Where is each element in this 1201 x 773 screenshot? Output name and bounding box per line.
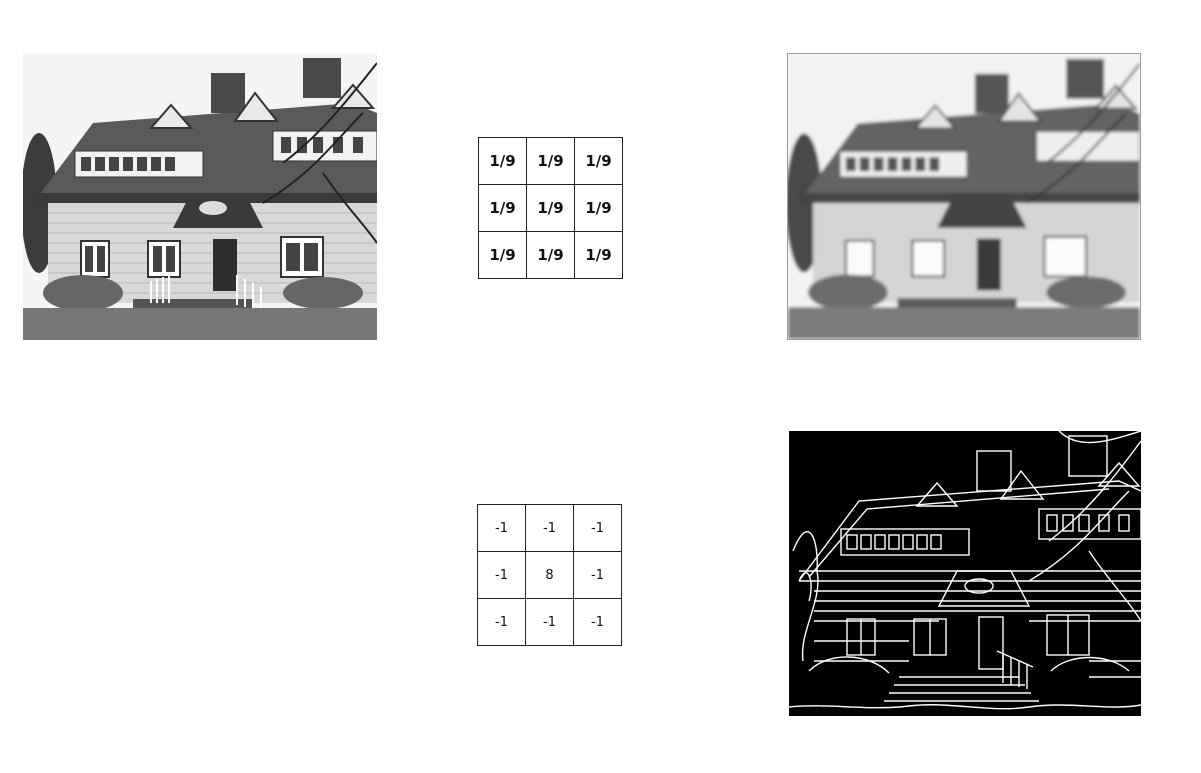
averaging-kernel-grid: 1/9 1/9 1/9 1/9 1/9 1/9 1/9 1/9 1/9 (478, 137, 623, 279)
blurred-image (787, 53, 1141, 340)
kernel-cell: 1/9 (526, 137, 575, 185)
kernel-cell: -1 (525, 504, 574, 552)
kernel-cell: -1 (573, 504, 622, 552)
kernel-cell: -1 (477, 551, 526, 599)
kernel-row: 1/9 1/9 1/9 (478, 184, 623, 232)
kernel-row: -1 -1 -1 (477, 598, 622, 646)
kernel-cell: 1/9 (478, 137, 527, 185)
kernel-cell: -1 (525, 598, 574, 646)
kernel-row: -1 -1 -1 (477, 504, 622, 552)
laplacian-kernel-grid: -1 -1 -1 -1 8 -1 -1 -1 -1 (477, 504, 622, 646)
kernel-cell: -1 (477, 504, 526, 552)
kernel-cell: 1/9 (526, 231, 575, 279)
kernel-cell: -1 (573, 598, 622, 646)
original-image (23, 53, 377, 340)
kernel-cell: 1/9 (478, 231, 527, 279)
kernel-row: 1/9 1/9 1/9 (478, 231, 623, 279)
kernel-cell: 1/9 (574, 137, 623, 185)
kernel-cell: -1 (477, 598, 526, 646)
kernel-cell: 1/9 (478, 184, 527, 232)
kernel-cell: -1 (573, 551, 622, 599)
kernel-cell: 1/9 (526, 184, 575, 232)
kernel-cell: 1/9 (574, 184, 623, 232)
kernel-row: 1/9 1/9 1/9 (478, 137, 623, 185)
kernel-cell: 1/9 (574, 231, 623, 279)
kernel-cell: 8 (525, 551, 574, 599)
edge-detected-image (789, 431, 1141, 716)
kernel-row: -1 8 -1 (477, 551, 622, 599)
